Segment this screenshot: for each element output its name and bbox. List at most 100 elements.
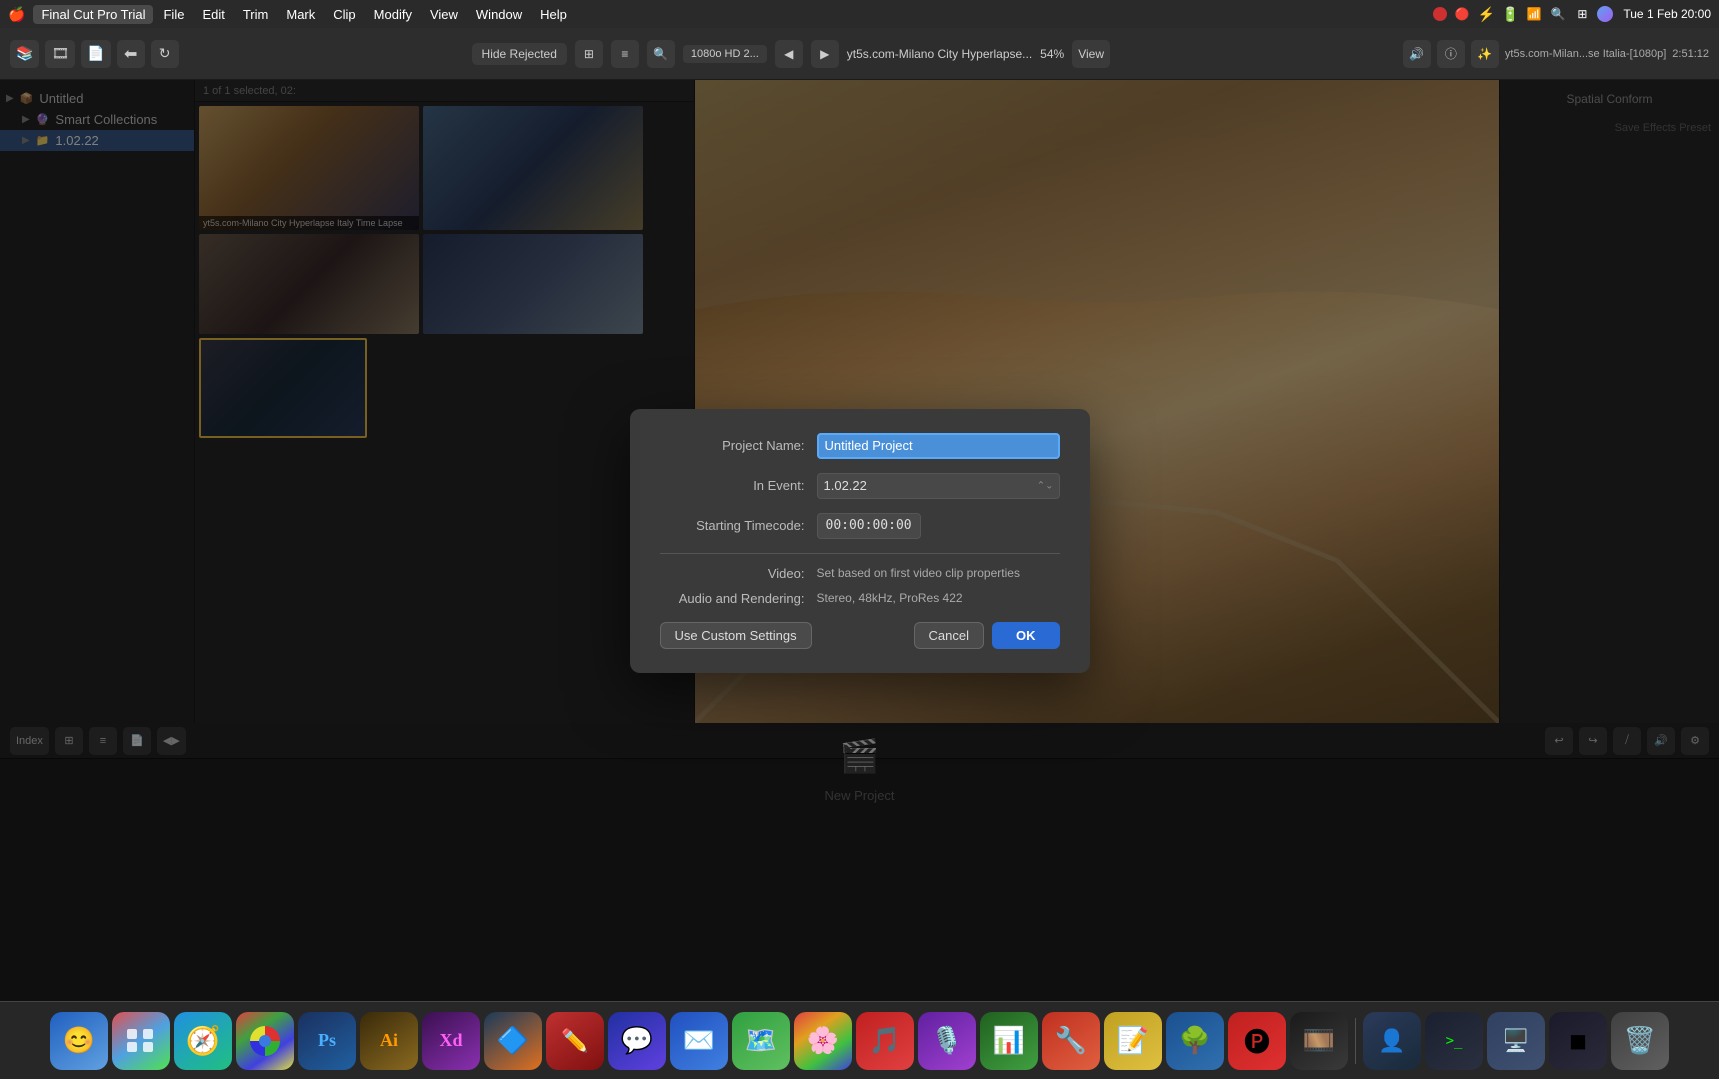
dock-item-numbers[interactable]: 📊 — [980, 1012, 1038, 1070]
zoom-level: 54% — [1040, 47, 1064, 61]
modal-project-name-input[interactable] — [817, 433, 1060, 459]
modal-audio-row: Audio and Rendering: Stereo, 48kHz, ProR… — [660, 591, 1060, 606]
menu-app-name[interactable]: Final Cut Pro Trial — [33, 5, 153, 24]
modal-project-name-label: Project Name: — [660, 438, 805, 453]
photoshop-icon: Ps — [318, 1030, 336, 1051]
modal-overlay: Project Name: In Event: 1.02.22 ⌃⌄ Start… — [0, 80, 1719, 1001]
menu-view[interactable]: View — [422, 5, 466, 24]
ok-button[interactable]: OK — [992, 622, 1060, 649]
dock-item-notes[interactable]: 📝 — [1104, 1012, 1162, 1070]
toolbar-prev-clip-btn[interactable]: ◀ — [775, 40, 803, 68]
clip-duration: 2:51:12 — [1672, 48, 1709, 60]
main-toolbar: 📚 🎞 📄 ⬅ ↻ Hide Rejected ⊞ ≡ 🔍 1080o HD 2… — [0, 28, 1719, 80]
dock-item-mail[interactable]: ✉️ — [670, 1012, 728, 1070]
toolbar-project-icon[interactable]: 📄 — [81, 40, 110, 68]
music-icon: 🎵 — [869, 1025, 901, 1056]
dock-item-chrome[interactable] — [236, 1012, 294, 1070]
menu-help[interactable]: Help — [532, 5, 575, 24]
filename-tab: yt5s.com-Milano City Hyperlapse... — [847, 47, 1032, 61]
clip-name-label: yt5s.com-Milan...se Italia-[1080p] — [1505, 48, 1666, 60]
toolbar-grid-view-btn[interactable]: ⊞ — [575, 40, 603, 68]
dock-item-vectornator[interactable]: ✏️ — [546, 1012, 604, 1070]
dock-item-safari[interactable]: 🧭 — [174, 1012, 232, 1070]
menu-clip[interactable]: Clip — [325, 5, 363, 24]
modal-ok-cancel-group: Cancel OK — [914, 622, 1060, 649]
menubar: 🍎 Final Cut Pro Trial File Edit Trim Mar… — [0, 0, 1719, 28]
cancel-button[interactable]: Cancel — [914, 622, 984, 649]
dock-item-music[interactable]: 🎵 — [856, 1012, 914, 1070]
dock-item-launchpad[interactable] — [112, 1012, 170, 1070]
xd-icon: Xd — [439, 1030, 462, 1051]
dock-item-dark-app[interactable]: ◼ — [1549, 1012, 1607, 1070]
displays-icon: 🖥️ — [1502, 1028, 1529, 1054]
toolbar-event-icon[interactable]: 🎞 — [45, 40, 75, 68]
dock-item-photos[interactable]: 🌸 — [794, 1012, 852, 1070]
dock-item-messenger[interactable]: 💬 — [608, 1012, 666, 1070]
menubar-icon-2: ⚡ — [1477, 5, 1495, 23]
dock-item-trash[interactable]: 🗑️ — [1611, 1012, 1669, 1070]
toolbar-enhance-btn[interactable]: ✨ — [1471, 40, 1499, 68]
toolbar-search-btn[interactable]: 🔍 — [647, 40, 675, 68]
modal-project-name-row: Project Name: — [660, 433, 1060, 459]
resolution-badge: 1080o HD 2... — [683, 45, 767, 63]
dock-item-finder[interactable]: 😊 — [50, 1012, 108, 1070]
menu-file[interactable]: File — [155, 5, 192, 24]
modal-video-value: Set based on first video clip properties — [817, 566, 1020, 580]
clockwork-icon: 🔧 — [1055, 1025, 1087, 1056]
illustrator-icon: Ai — [380, 1030, 398, 1051]
modal-audio-value: Stereo, 48kHz, ProRes 422 — [817, 591, 963, 605]
assistant-icon: 👤 — [1378, 1028, 1405, 1054]
messenger-icon: 💬 — [621, 1025, 653, 1056]
toolbar-library-icon[interactable]: 📚 — [10, 40, 39, 68]
dock-item-displays[interactable]: 🖥️ — [1487, 1012, 1545, 1070]
menubar-search-icon[interactable]: 🔍 — [1549, 5, 1567, 23]
dock-item-pocket[interactable]: 🅟 — [1228, 1012, 1286, 1070]
finder-icon: 😊 — [63, 1025, 95, 1056]
menubar-controlcenter-icon[interactable]: ⊞ — [1573, 5, 1591, 23]
dock-item-assistant[interactable]: 👤 — [1363, 1012, 1421, 1070]
modal-timecode-value[interactable]: 00:00:00:00 — [817, 513, 921, 539]
dock-item-sourcetree[interactable]: 🌳 — [1166, 1012, 1224, 1070]
vectornator-icon: ✏️ — [561, 1028, 588, 1054]
dock-item-xd[interactable]: Xd — [422, 1012, 480, 1070]
toolbar-list-view-btn[interactable]: ≡ — [611, 40, 639, 68]
menubar-datetime: Tue 1 Feb 20:00 — [1623, 7, 1711, 21]
toolbar-refresh-btn[interactable]: ↻ — [151, 40, 179, 68]
menubar-icon-1: 🔴 — [1453, 5, 1471, 23]
dock-item-photoshop[interactable]: Ps — [298, 1012, 356, 1070]
modal-audio-label: Audio and Rendering: — [660, 591, 805, 606]
menu-edit[interactable]: Edit — [194, 5, 232, 24]
dock-item-finalcut[interactable]: 🎞️ — [1290, 1012, 1348, 1070]
dock-item-podcasts[interactable]: 🎙️ — [918, 1012, 976, 1070]
toolbar-back-btn[interactable]: ⬅ — [117, 40, 145, 68]
modal-in-event-select[interactable]: 1.02.22 — [817, 473, 1060, 499]
dock-item-illustrator[interactable]: Ai — [360, 1012, 418, 1070]
photos-icon: 🌸 — [807, 1025, 839, 1056]
menu-trim[interactable]: Trim — [235, 5, 277, 24]
dock-item-terminal[interactable]: >_ — [1425, 1012, 1483, 1070]
trash-icon: 🗑️ — [1624, 1025, 1656, 1056]
dock-item-clockwork[interactable]: 🔧 — [1042, 1012, 1100, 1070]
safari-icon: 🧭 — [186, 1024, 221, 1057]
notes-icon: 📝 — [1117, 1025, 1149, 1056]
dock: 😊 🧭 Ps Ai Xd 🔷 ✏️ 💬 ✉️ 🗺️ 🌸 — [0, 1001, 1719, 1079]
dock-item-blender[interactable]: 🔷 — [484, 1012, 542, 1070]
modal-in-event-label: In Event: — [660, 478, 805, 493]
view-button[interactable]: View — [1072, 40, 1110, 68]
terminal-icon: >_ — [1446, 1033, 1463, 1049]
modal-video-label: Video: — [660, 566, 805, 581]
maps-icon: 🗺️ — [745, 1025, 777, 1056]
apple-logo-icon[interactable]: 🍎 — [8, 6, 25, 23]
dock-separator — [1355, 1018, 1356, 1064]
toolbar-next-clip-btn[interactable]: ▶ — [811, 40, 839, 68]
menu-mark[interactable]: Mark — [278, 5, 323, 24]
menu-window[interactable]: Window — [468, 5, 530, 24]
use-custom-settings-button[interactable]: Use Custom Settings — [660, 622, 812, 649]
dock-item-maps[interactable]: 🗺️ — [732, 1012, 790, 1070]
modal-in-event-select-wrapper: 1.02.22 ⌃⌄ — [817, 473, 1060, 499]
menubar-wifi-icon: 📶 — [1525, 5, 1543, 23]
menu-modify[interactable]: Modify — [366, 5, 420, 24]
toolbar-info-btn[interactable]: ⓘ — [1437, 40, 1465, 68]
hide-rejected-button[interactable]: Hide Rejected — [472, 43, 567, 65]
toolbar-speaker-btn[interactable]: 🔊 — [1403, 40, 1431, 68]
